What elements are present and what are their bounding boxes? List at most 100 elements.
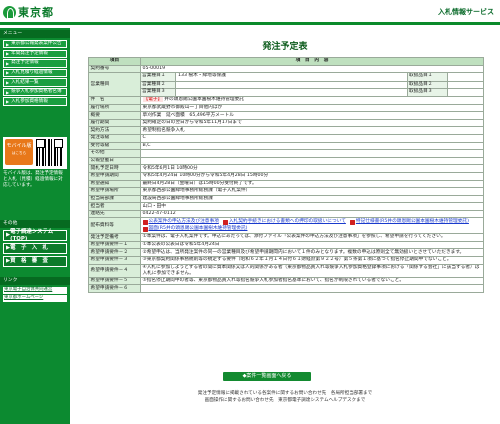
sidebar-item-order-plan[interactable]: ▶ 発注予定情報 <box>3 59 67 68</box>
sidebar-item-bid-progress[interactable]: ▶ 入札見積り経過情報 <box>3 68 67 78</box>
item-value <box>448 89 483 95</box>
sidebar-item-gazette[interactable]: ▶ 東京都公報発表案件公告 <box>3 40 67 49</box>
row-label: 担当者 <box>88 202 141 211</box>
footer-line-1: 発注予定情報に掲載されている各案件に関するお問い合わせ先 各局所担当部署まで <box>197 391 373 396</box>
sidebar-item-e-procurement[interactable]: ▶ 電子調達システム(TOP) <box>3 228 67 242</box>
table-row: 担当者 山口・田中 <box>88 202 484 211</box>
table-row: 契約番号 05-00019 <box>88 64 484 74</box>
table-row: 発注予定備考 ①本案件は、電子入札案件です。申込にあたっては、添付ファイル「公表案… <box>88 233 484 242</box>
pdf-icon <box>222 219 228 226</box>
sidebar-item-bid-results[interactable]: ▶ 入札結果一覧 <box>3 78 67 87</box>
business-type-value: 133 樹木・緑地等保護 <box>176 73 408 81</box>
tokyo-logo[interactable]: 東京都 <box>3 5 54 20</box>
sidebar-lower: その他 ▶ 電子調達システム(TOP) ▶ 電 子 入 札 ▶ 資 格 審 査 リンク… <box>0 218 70 303</box>
requirement-1: ①本公表の公表日は令和5年4月24日 <box>140 240 484 250</box>
sidebar-item-label: 入札結果一覧 <box>11 79 39 85</box>
sidebar-other-heading: その他 <box>0 220 70 228</box>
link-tokyo-homepage[interactable]: 東京都ホームページ <box>3 295 67 302</box>
table-row: 配布資料等 公表案件の申込方法及び注意事項 入札契約手続きにおける書類への押印の… <box>88 217 484 235</box>
apply-period: 令和5年4月24日 10時00分から令和5年4月28日 15時00分 <box>140 171 484 181</box>
sidebar-item-label: 入札見積り経過情報 <box>11 70 53 76</box>
sidebar-item-label: 電 子 入 札 <box>10 245 48 252</box>
table-row: その他 <box>88 149 484 158</box>
row-label: 発注等級 <box>88 133 141 143</box>
sidebar-item-qualification[interactable]: ▶ 資 格 審 査 <box>3 256 67 267</box>
doc-link[interactable]: 図面(R5井の頭恩賜公園本園樹木維持管理委託) <box>142 226 247 233</box>
doc-link[interactable]: 入札契約手続きにおける書類への押印の取扱いについて <box>222 219 346 226</box>
requirement-2: ②希望申込は、当所発注案件の同一の営業種目及び希望申請期間内において１件のみとな… <box>140 248 484 257</box>
sidebar-item-qualification-info[interactable]: ▶ 入札参加資格情報 <box>3 97 67 106</box>
table-row: 契約方法 希望制指名競争入札 <box>88 126 484 135</box>
person-in-charge: 山口・田中 <box>140 202 484 211</box>
business-type-row: 営業種目３ 取扱品目３ <box>141 88 483 96</box>
table-row: 希望申請要件－１ ①本公表の公表日は令和5年4月24日 <box>88 240 484 250</box>
row-label: 履行期間 <box>88 118 141 128</box>
table-row: 開札予定日時 令和5年6月1日 10時00分 <box>88 164 484 173</box>
back-to-list-button[interactable]: ◆案件一覧画面へ戻る <box>223 372 311 381</box>
mobile-badge-sub: はこちら <box>11 151 27 156</box>
mobile-badge[interactable]: モバイル版 はこちら <box>5 139 33 165</box>
business-type-value <box>176 89 408 96</box>
table-row: 希望申請期間 令和5年4月24日 10時00分から令和5年4月28日 15時00分 <box>88 171 484 181</box>
table-row: 件 名【電子】 井の頭恩賜公園本園樹木維持管理委託 <box>88 95 484 105</box>
subject: 井の頭恩賜公園本園樹木維持管理委託 <box>164 97 244 103</box>
arrow-icon: ▶ <box>6 89 10 95</box>
row-label: 契約番号 <box>88 64 141 74</box>
sidebar-item-e-bidding[interactable]: ▶ 電 子 入 札 <box>3 243 67 254</box>
table-row: 希望申請場所 東京都西部公園緑地事務所総務課（電子入札案件） <box>88 187 484 196</box>
doc-link[interactable]: 公表案件の申込方法及び注意事項 <box>142 219 219 226</box>
sidebar-item-annual-plan[interactable]: ▶ 年間発注予定情報 <box>3 49 67 58</box>
mobile-banner[interactable]: モバイル版 はこちら <box>3 137 67 169</box>
page: 東京都 入札情報サービス メニュー ▶ 東京都公報発表案件公告 ▶ 年間発注予定情報… <box>0 0 500 424</box>
item-value <box>448 82 483 89</box>
table-row: 営業種目 営業種目１ 133 樹木・緑地等保護 取扱品目１ 営業種目２ 取扱品目２ 営… <box>88 72 484 97</box>
col-content: 項 目 内 容 <box>140 57 484 66</box>
table-row: 履行期間 契約確定の日の翌日から令和5年11月17日まで <box>88 118 484 128</box>
table-row: 希望申請要件－６ <box>88 284 484 293</box>
contract-number: 05-00019 <box>140 64 484 74</box>
row-label: 受付等級 <box>88 141 141 151</box>
footer: 発注予定情報に掲載されている各案件に関するお問い合わせ先 各局所担当部署まで 画… <box>73 390 497 405</box>
row-label: 担当局部課 <box>88 194 141 204</box>
row-label: 履行場所 <box>88 103 141 113</box>
table-row: 公報登載日 <box>88 156 484 166</box>
row-label: 希望通知 <box>88 179 141 189</box>
row-label: 希望申請場所 <box>88 187 141 196</box>
col-item: 項目 <box>88 57 141 66</box>
arrow-icon: ▶ <box>6 60 10 66</box>
item-label: 取扱品目１ <box>408 73 448 81</box>
row-label: 希望申請期間 <box>88 171 141 181</box>
service-title: 入札情報サービス <box>438 8 494 16</box>
doc-link[interactable]: 特記仕様書(R5井の頭恩賜公園本園樹木維持管理委託) <box>349 219 469 226</box>
table-row: 受付等級 B,C <box>88 141 484 151</box>
item-label: 取扱品目３ <box>408 89 448 96</box>
requirement-3: ③東京都契約関係事務規則等の規定する要件（昭和６２年１月１４日付６１財経庶第９２… <box>140 256 484 265</box>
table-row: 担当局部課 建設局西部公園緑地事務所総務課 <box>88 194 484 204</box>
pdf-icon <box>142 226 148 233</box>
pdf-icon <box>142 219 148 226</box>
row-label: 希望申請要件－６ <box>88 284 141 293</box>
business-type-row: 営業種目２ 取扱品目２ <box>141 80 483 89</box>
pdf-icon <box>349 219 355 226</box>
row-label: 契約方法 <box>88 126 141 135</box>
documents-cell: 公表案件の申込方法及び注意事項 入札契約手続きにおける書類への押印の取扱いについ… <box>140 217 484 235</box>
requirement-4: ④入札に参加しようとする者の間に資本関係又は人的関係がある者（東京都物品買入れ等… <box>140 263 484 278</box>
row-label: 希望申請要件－２ <box>88 248 141 257</box>
table-row: 希望申請要件－３ ③東京都契約関係事務規則等の規定する要件（昭和６２年１月１４日付… <box>88 256 484 265</box>
doc-link-label: 入札契約手続きにおける書類への押印の取扱いについて <box>228 219 346 225</box>
sidebar-item-qualified-list[interactable]: ▶ 競争入札参加資格者名簿 <box>3 87 67 97</box>
row-label: 連絡先 <box>88 209 141 219</box>
row-label: 希望申請要件－４ <box>88 263 141 278</box>
sidebar-menu-heading: メニュー <box>0 30 70 38</box>
table-row: 希望申請要件－５ ⑤指名停止期間中の者等、東京都物品買入れ等指名競争入札参加者指名… <box>88 276 484 286</box>
link-joint-operation[interactable]: 東京電子自治体共同運営 <box>3 287 67 294</box>
table-row: 希望申請要件－２ ②希望申込は、当所発注案件の同一の営業種目及び希望申請期間内にお… <box>88 248 484 257</box>
accept-rank: B,C <box>140 141 484 151</box>
sidebar-item-label: 電子調達システム(TOP) <box>10 228 54 242</box>
other <box>140 149 484 158</box>
tokyo-emblem-icon <box>3 6 16 19</box>
business-type-row: 営業種目１ 133 樹木・緑地等保護 取扱品目１ <box>141 73 483 81</box>
requirement-6 <box>140 284 484 293</box>
table-header: 項目 項 目 内 容 <box>88 57 484 66</box>
header: 東京都 入札情報サービス <box>0 0 500 25</box>
